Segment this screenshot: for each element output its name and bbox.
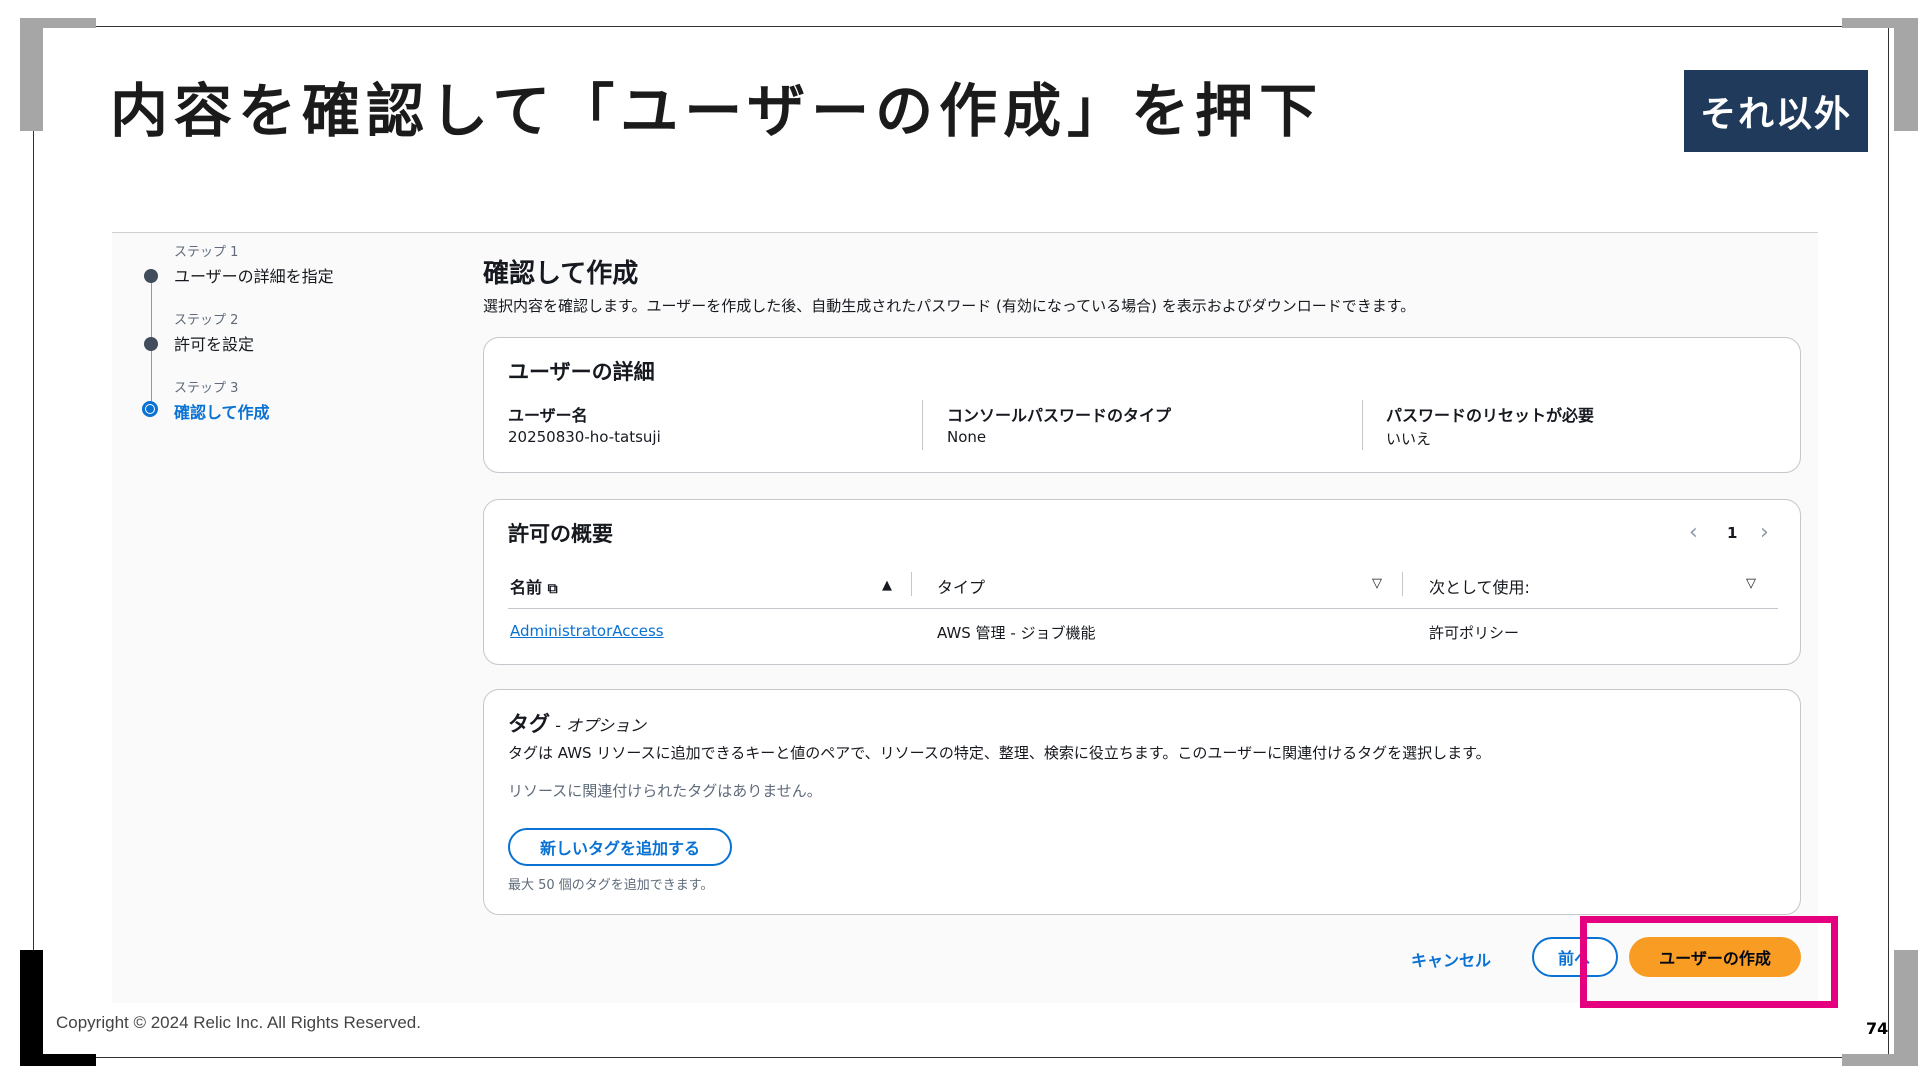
frame-bottom-line (78, 1057, 1842, 1058)
chevron-right-icon[interactable]: › (1760, 520, 1769, 545)
corner-bottom-left-h (20, 1054, 96, 1066)
page-number[interactable]: 1 (1727, 524, 1737, 542)
user-details-card: ユーザーの詳細 ユーザー名 20250830-ho-tatsuji コンソールパ… (483, 337, 1801, 473)
step-1-link[interactable]: ユーザーの詳細を指定 (174, 263, 334, 287)
page-description: 選択内容を確認します。ユーザーを作成した後、自動生成されたパスワード (有効にな… (483, 297, 1416, 315)
password-type-value: None (947, 428, 987, 446)
external-link-icon: ⧉ (547, 581, 558, 597)
column-divider-2 (1402, 572, 1403, 596)
slide-title: 内容を確認して「ユーザーの作成」を押下 (110, 77, 1324, 145)
table-header-separator (508, 608, 1778, 609)
user-details-heading: ユーザーの詳細 (508, 360, 655, 384)
corner-bottom-right (1894, 950, 1918, 1066)
frame-left-line (33, 26, 34, 1058)
page-title: 確認して作成 (483, 259, 639, 289)
policy-type: AWS 管理 - ジョブ機能 (937, 624, 1096, 642)
step-2-dot (144, 337, 158, 351)
category-badge: それ以外 (1684, 70, 1868, 152)
column-header-used-as[interactable]: 次として使用: (1429, 574, 1530, 598)
username-label: ユーザー名 (508, 406, 588, 425)
frame-right-line (1888, 26, 1889, 1058)
step-2-sub: ステップ 2 (174, 313, 239, 328)
chevron-left-icon[interactable]: ‹ (1689, 520, 1698, 545)
corner-bottom-right-h (1842, 1054, 1918, 1066)
step-1-sub: ステップ 1 (174, 245, 239, 260)
tags-description: タグは AWS リソースに追加できるキーと値のペアで、リソースの特定、整理、検索… (508, 744, 1491, 762)
password-type-label: コンソールパスワードのタイプ (947, 406, 1172, 425)
step-navigator: ステップ 1 ユーザーの詳細を指定 ステップ 2 許可を設定 ステップ 3 確認… (112, 233, 412, 433)
username-value: 20250830-ho-tatsuji (508, 428, 661, 446)
policy-link[interactable]: AdministratorAccess (510, 622, 664, 640)
details-divider-2 (1362, 400, 1363, 450)
permissions-card: 許可の概要 ‹ 1 › 名前 ⧉ ▲ タイプ ▽ 次として使用: ▽ Admin… (483, 499, 1801, 665)
sort-icon-used-as[interactable]: ▽ (1746, 576, 1756, 591)
policy-used-as: 許可ポリシー (1429, 624, 1520, 642)
cancel-button[interactable]: キャンセル (1411, 947, 1491, 971)
step-2-link[interactable]: 許可を設定 (174, 331, 254, 355)
column-header-type[interactable]: タイプ (937, 574, 985, 598)
permissions-heading: 許可の概要 (508, 522, 613, 546)
column-divider-1 (911, 572, 912, 596)
details-divider-1 (922, 400, 923, 450)
sort-ascending-icon[interactable]: ▲ (882, 578, 892, 593)
page-number-label: 74 (1866, 1019, 1889, 1038)
tags-empty-text: リソースに関連付けられたタグはありません。 (508, 782, 822, 800)
tags-limit-text: 最大 50 個のタグを追加できます。 (508, 878, 714, 893)
column-header-name[interactable]: 名前 ⧉ (510, 574, 558, 598)
step-3-sub: ステップ 3 (174, 381, 239, 396)
password-reset-value: いいえ (1386, 430, 1432, 448)
frame-top-line (78, 26, 1842, 27)
step-1-dot (144, 269, 158, 283)
tags-heading-row: タグ - オプション (508, 708, 646, 738)
password-reset-label: パスワードのリセットが必要 (1386, 406, 1595, 425)
tags-optional: - オプション (555, 716, 646, 735)
column-name-label: 名前 (510, 578, 543, 597)
step-3-dot (142, 401, 158, 417)
corner-bottom-left (20, 950, 43, 1066)
corner-top-left-v (20, 18, 43, 131)
corner-top-right-v (1894, 18, 1918, 131)
console-screenshot: ステップ 1 ユーザーの詳細を指定 ステップ 2 許可を設定 ステップ 3 確認… (112, 232, 1818, 1003)
tags-heading: タグ (508, 712, 550, 736)
tags-card: タグ - オプション タグは AWS リソースに追加できるキーと値のペアで、リソ… (483, 689, 1801, 915)
step-3-label: 確認して作成 (174, 403, 270, 422)
highlight-box (1580, 916, 1838, 1008)
sort-icon-type[interactable]: ▽ (1372, 576, 1382, 591)
copyright: Copyright © 2024 Relic Inc. All Rights R… (56, 1013, 421, 1032)
add-tag-button[interactable]: 新しいタグを追加する (508, 828, 732, 866)
